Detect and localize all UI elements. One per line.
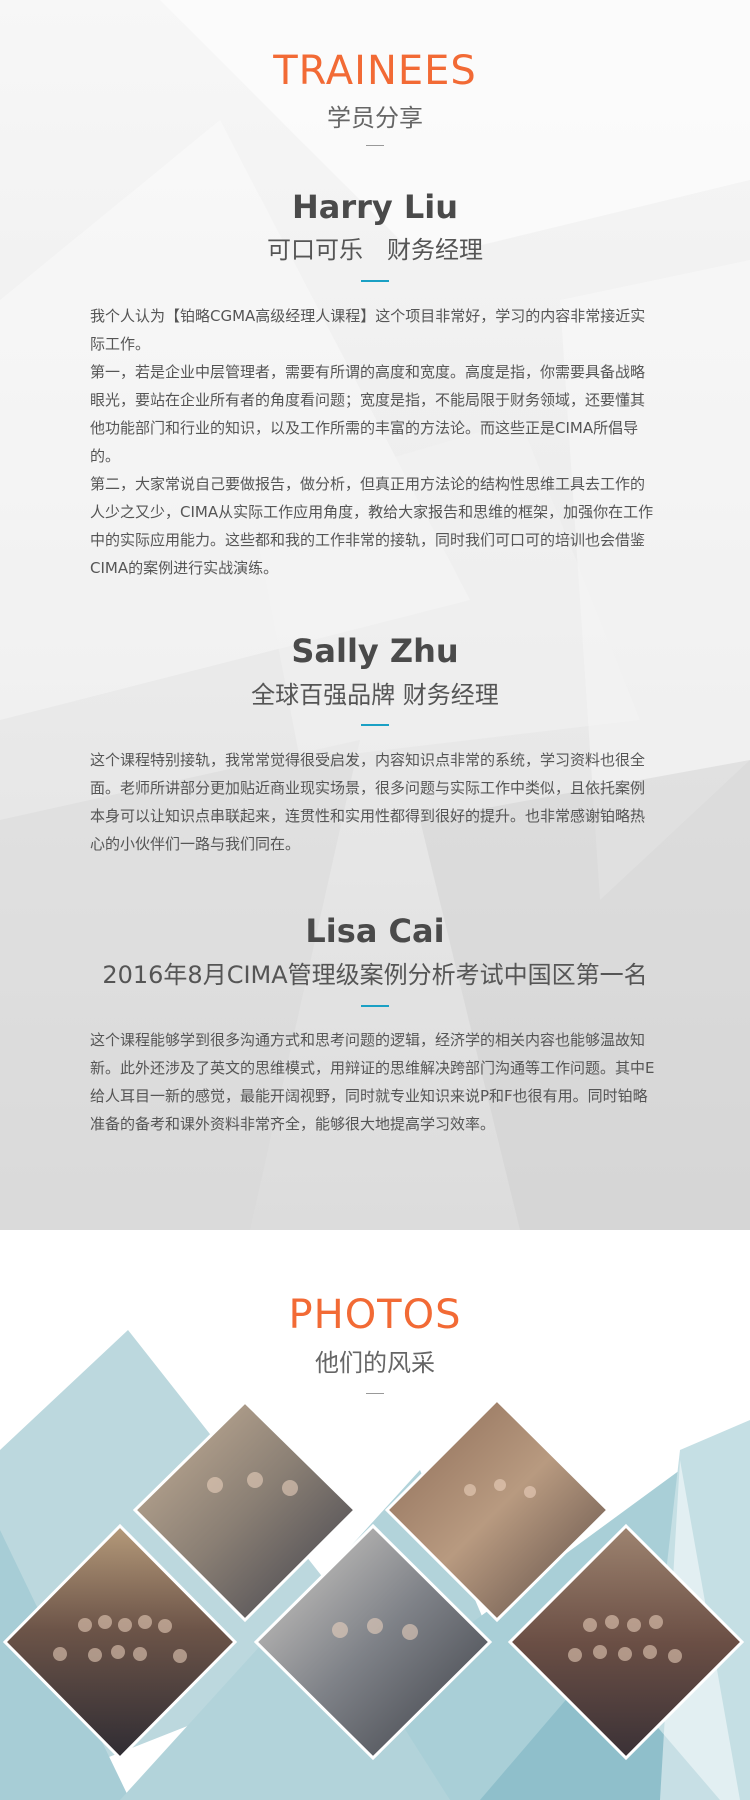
trainee-quote-lisa: 这个课程能够学到很多沟通方式和思考问题的逻辑，经济学的相关内容也能够温故知新。此…: [90, 1026, 658, 1138]
title-divider: [366, 1393, 384, 1394]
trainee-name-sally: Sally Zhu: [291, 632, 459, 670]
quote-paragraph: 这个课程能够学到很多沟通方式和思考问题的逻辑，经济学的相关内容也能够温故知新。此…: [90, 1031, 655, 1133]
quote-paragraph: 这个课程特别接轨，我常常觉得很受启发，内容知识点非常的系统，学习资料也很全面。老…: [90, 751, 646, 853]
quote-paragraph: 第一，若是企业中层管理者，需要有所谓的高度和宽度。高度是指，你需要具备战略眼光，…: [90, 363, 646, 465]
trainee-name-lisa: Lisa Cai: [305, 912, 445, 950]
trainees-title-en: TRAINEES: [273, 48, 477, 94]
trainee-role-sally: 全球百强品牌 财务经理: [251, 681, 499, 709]
trainee-divider: [361, 1005, 389, 1007]
quote-paragraph: 我个人认为【铂略CGMA高级经理人课程】这个项目非常好，学习的内容非常接近实际工…: [90, 307, 646, 353]
trainees-title-cn: 学员分享: [327, 104, 423, 132]
trainee-quote-harry: 我个人认为【铂略CGMA高级经理人课程】这个项目非常好，学习的内容非常接近实际工…: [90, 302, 658, 582]
quote-paragraph: 第二，大家常说自己要做报告，做分析，但真正用方法论的结构性思维工具去工作的人少之…: [90, 475, 654, 577]
trainees-section: TRAINEES 学员分享 Harry Liu 可口可乐 财务经理 我个人认为【…: [0, 0, 750, 1230]
trainee-name-harry: Harry Liu: [291, 188, 459, 226]
trainee-divider: [361, 724, 389, 726]
photos-title-cn: 他们的风采: [315, 1349, 435, 1377]
trainee-divider: [361, 280, 389, 282]
photos-title-en: PHOTOS: [288, 1292, 462, 1338]
title-divider: [366, 145, 384, 146]
trainee-role-lisa: 2016年8月CIMA管理级案例分析考试中国区第一名: [102, 961, 648, 989]
trainee-quote-sally: 这个课程特别接轨，我常常觉得很受启发，内容知识点非常的系统，学习资料也很全面。老…: [90, 746, 658, 858]
photos-section: PHOTOS 他们的风采: [0, 1230, 750, 1800]
trainee-role-harry: 可口可乐 财务经理: [267, 236, 483, 264]
